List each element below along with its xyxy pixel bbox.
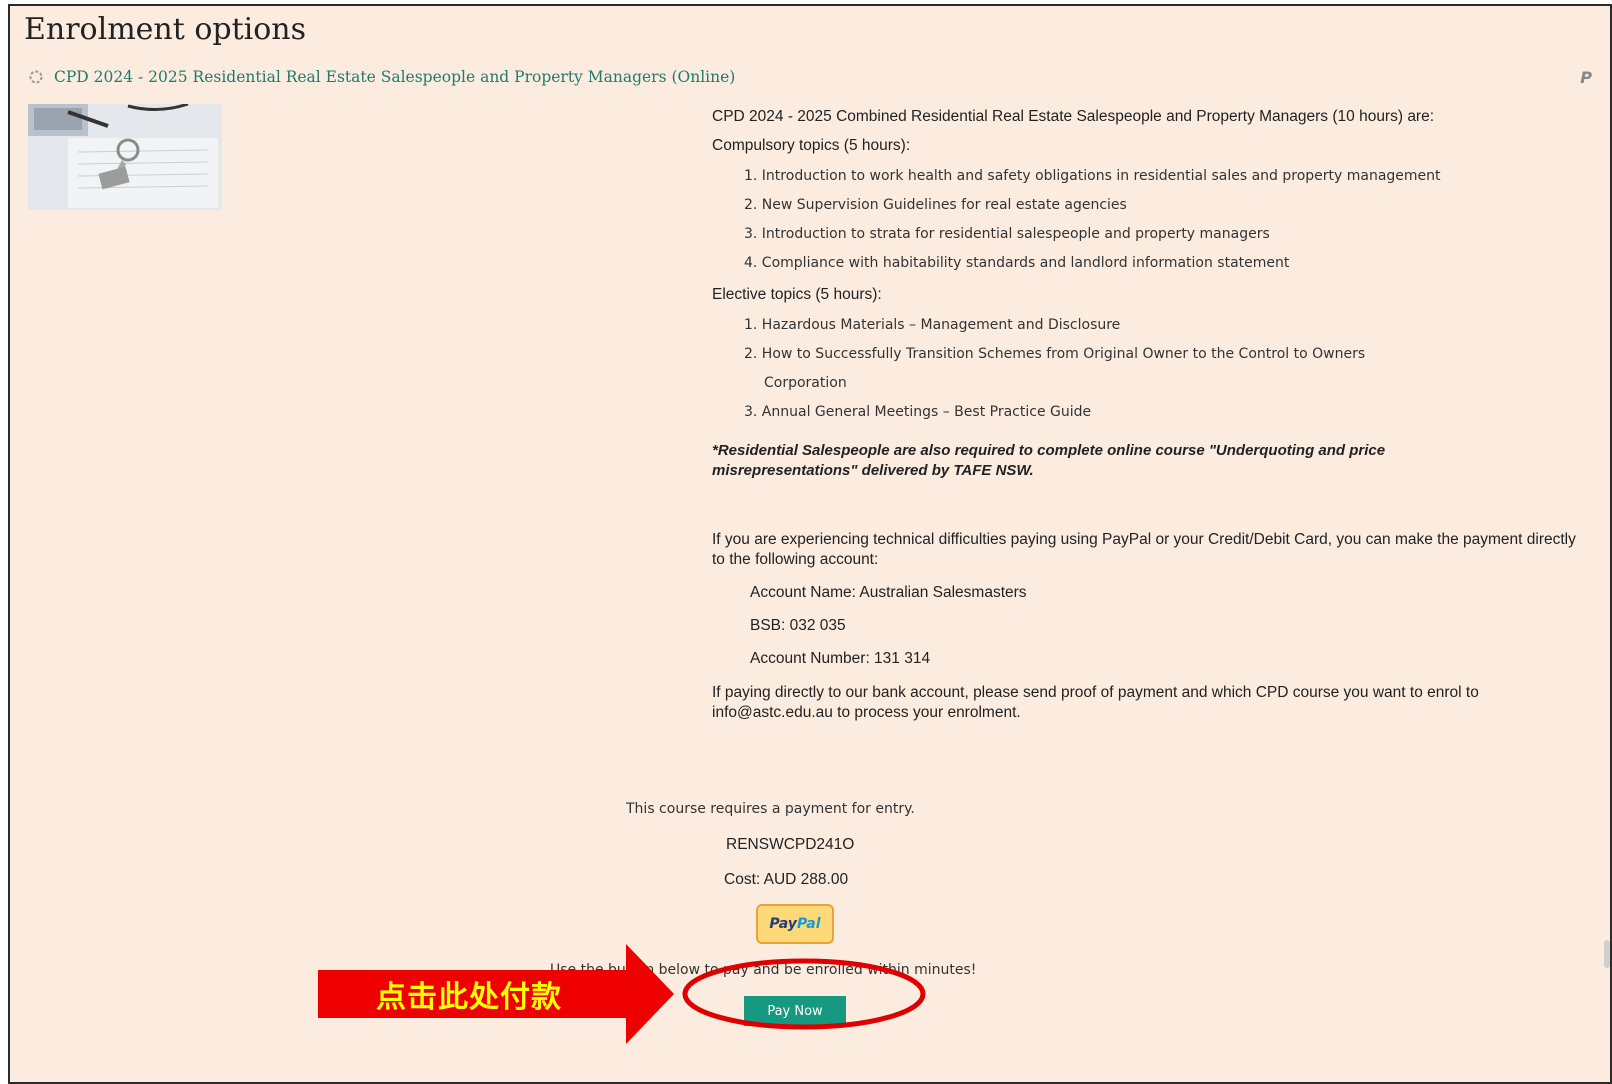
list-item-text: 3. Annual General Meetings – Best Practi…: [744, 404, 1092, 420]
paypal-logo-part2: Pal: [796, 916, 821, 932]
paypal-logo: Pay Pal: [756, 904, 834, 944]
page-title: Enrolment options: [24, 12, 307, 47]
list-item: 3. Introduction to strata for residentia…: [744, 226, 1270, 242]
course-cost: Cost: AUD 288.00: [724, 871, 849, 888]
list-item: 2. How to Successfully Transition Scheme…: [744, 345, 1582, 392]
list-item: 1. Introduction to work health and safet…: [744, 168, 1441, 184]
elective-topic-list: 1. Hazardous Materials – Management and …: [744, 316, 1582, 421]
list-item-continuation: Corporation: [764, 375, 847, 391]
keys-on-documents-image: [28, 104, 222, 210]
list-item-text: 1. Hazardous Materials – Management and …: [744, 317, 1121, 333]
annotation-label: 点击此处付款: [376, 980, 562, 1015]
compulsory-topic-list: 1. Introduction to work health and safet…: [744, 167, 1582, 272]
bank-instructions: If paying directly to our bank account, …: [712, 684, 1479, 721]
paypal-enrol-icon: P: [1580, 68, 1592, 87]
account-number: Account Number: 131 314: [750, 650, 931, 667]
scrollbar-handle[interactable]: [1604, 940, 1610, 968]
compulsory-heading: Compulsory topics (5 hours):: [712, 137, 911, 154]
list-item-text: 2. How to Successfully Transition Scheme…: [744, 346, 1366, 362]
course-summary: CPD 2024 - 2025 Combined Residential Rea…: [712, 108, 1582, 723]
enrolment-page: Enrolment options CPD 2024 - 2025 Reside…: [8, 4, 1612, 1084]
list-item: 4. Compliance with habitability standard…: [744, 255, 1290, 271]
tafe-note: *Residential Salespeople are also requir…: [712, 442, 1386, 479]
course-link[interactable]: CPD 2024 - 2025 Residential Real Estate …: [54, 68, 735, 86]
summary-intro: CPD 2024 - 2025 Combined Residential Rea…: [712, 108, 1435, 125]
payment-required-text: This course requires a payment for entry…: [626, 801, 915, 817]
list-item: 1. Hazardous Materials – Management and …: [744, 316, 1582, 334]
course-category-icon: [29, 70, 43, 84]
account-bsb: BSB: 032 035: [750, 617, 846, 634]
paypal-logo-part1: Pay: [769, 916, 797, 932]
payment-difficulty-text: If you are experiencing technical diffic…: [712, 531, 1576, 568]
list-item: 2. New Supervision Guidelines for real e…: [744, 197, 1127, 213]
elective-heading: Elective topics (5 hours):: [712, 286, 882, 303]
account-name: Account Name: Australian Salesmasters: [750, 584, 1027, 601]
course-thumbnail: [28, 104, 222, 210]
course-link-row: CPD 2024 - 2025 Residential Real Estate …: [28, 68, 735, 86]
course-code: RENSWCPD241O: [726, 836, 855, 853]
annotation-ellipse: [682, 958, 926, 1030]
list-item: 3. Annual General Meetings – Best Practi…: [744, 403, 1582, 421]
